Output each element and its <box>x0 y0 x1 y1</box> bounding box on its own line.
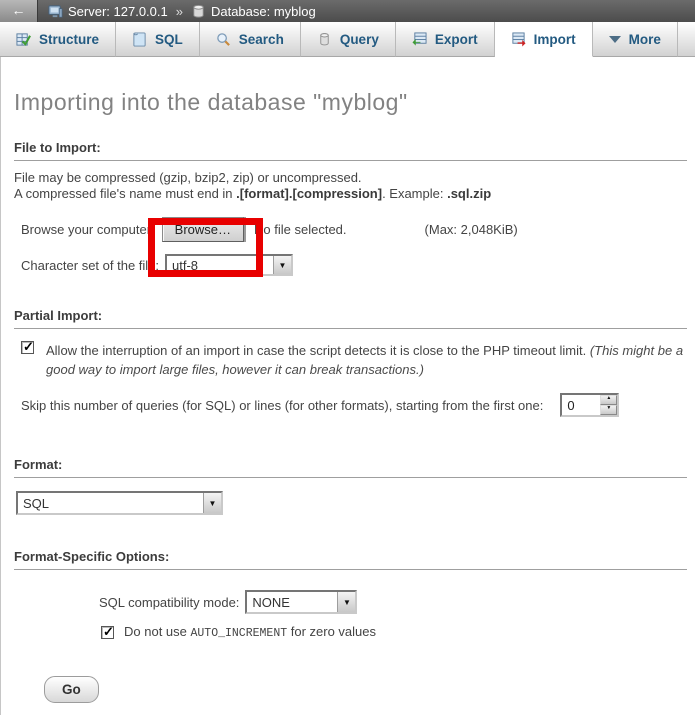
max-size-note: (Max: 2,048KiB) <box>425 222 518 237</box>
tab-label: More <box>629 32 661 47</box>
sql-icon <box>132 32 147 47</box>
format-select-value: SQL <box>18 496 49 511</box>
main-content: Importing into the database "myblog" Fil… <box>0 57 695 715</box>
tab-more[interactable]: More <box>593 22 678 57</box>
tab-label: Export <box>435 32 478 47</box>
go-button[interactable]: Go <box>44 676 99 703</box>
compression-help-text: File may be compressed (gzip, bzip2, zip… <box>14 170 689 202</box>
section-title-partial-import: Partial Import: <box>14 308 687 329</box>
section-title-format: Format: <box>14 457 687 478</box>
database-icon <box>191 4 206 19</box>
tab-search[interactable]: Search <box>200 22 301 57</box>
breadcrumb-database[interactable]: Database: myblog <box>211 4 316 19</box>
back-button[interactable]: ← <box>0 0 38 22</box>
charset-select[interactable]: utf-8 ▼ <box>165 254 293 276</box>
dropdown-arrow-icon: ▼ <box>337 592 355 612</box>
sql-compat-row: SQL compatibility mode: NONE ▼ <box>99 590 689 614</box>
skip-queries-input[interactable]: 0 ▲ ▼ <box>560 393 619 417</box>
skip-queries-label: Skip this number of queries (for SQL) or… <box>21 398 543 413</box>
skip-queries-row: Skip this number of queries (for SQL) or… <box>21 393 689 417</box>
spinner-up-icon[interactable]: ▲ <box>600 395 617 405</box>
charset-row: Character set of the file: utf-8 ▼ <box>21 254 689 276</box>
breadcrumb-separator: » <box>176 4 183 19</box>
sql-compat-label: SQL compatibility mode: <box>99 595 239 610</box>
charset-select-value: utf-8 <box>167 258 198 273</box>
dropdown-arrow-icon: ▼ <box>203 493 221 513</box>
tab-import[interactable]: Import <box>495 22 593 57</box>
sql-compat-select[interactable]: NONE ▼ <box>245 590 357 614</box>
page-title: Importing into the database "myblog" <box>14 57 689 116</box>
tab-label: SQL <box>155 32 183 47</box>
tab-sql[interactable]: SQL <box>116 22 200 57</box>
charset-label: Character set of the file: <box>21 258 159 273</box>
format-select[interactable]: SQL ▼ <box>16 491 223 515</box>
submit-row: Go <box>44 676 689 703</box>
number-spinner: ▲ ▼ <box>600 395 617 415</box>
auto-increment-checkbox[interactable] <box>101 626 114 639</box>
structure-icon <box>16 32 31 47</box>
sql-compat-select-value: NONE <box>247 595 290 610</box>
server-icon <box>48 4 63 19</box>
breadcrumb-server[interactable]: Server: 127.0.0.1 <box>68 4 168 19</box>
chevron-down-icon <box>609 36 621 43</box>
tab-label: Structure <box>39 32 99 47</box>
skip-queries-value: 0 <box>562 398 600 413</box>
dropdown-arrow-icon: ▼ <box>273 256 291 274</box>
tab-export[interactable]: Export <box>396 22 495 57</box>
auto-increment-row: Do not use AUTO_INCREMENT for zero value… <box>101 624 689 640</box>
tab-query[interactable]: Query <box>301 22 396 57</box>
search-icon <box>216 32 231 47</box>
allow-interrupt-label: Allow the interruption of an import in c… <box>46 341 689 379</box>
tab-bar: Structure SQL Search Query Export <box>0 22 695 57</box>
export-icon <box>412 32 427 47</box>
allow-interrupt-row: Allow the interruption of an import in c… <box>21 341 689 379</box>
import-icon <box>511 32 526 47</box>
allow-interrupt-checkbox[interactable] <box>21 341 34 354</box>
section-title-file-to-import: File to Import: <box>14 140 687 161</box>
no-file-selected-text: No file selected. <box>254 222 347 237</box>
spinner-down-icon[interactable]: ▼ <box>600 405 617 415</box>
query-icon <box>317 32 332 47</box>
tab-label: Import <box>534 32 576 47</box>
breadcrumb: Server: 127.0.0.1 » Database: myblog <box>48 4 316 19</box>
browse-label: Browse your computer: <box>21 222 155 237</box>
file-upload-row: Browse your computer: Browse… No file se… <box>21 217 689 242</box>
auto-increment-label: Do not use AUTO_INCREMENT for zero value… <box>124 624 376 640</box>
tab-label: Query <box>340 32 379 47</box>
tab-label: Search <box>239 32 284 47</box>
tab-structure[interactable]: Structure <box>0 22 116 57</box>
section-title-format-specific: Format-Specific Options: <box>14 549 687 570</box>
breadcrumb-bar: ← Server: 127.0.0.1 » Database: myblog <box>0 0 695 22</box>
browse-button[interactable]: Browse… <box>162 217 244 242</box>
